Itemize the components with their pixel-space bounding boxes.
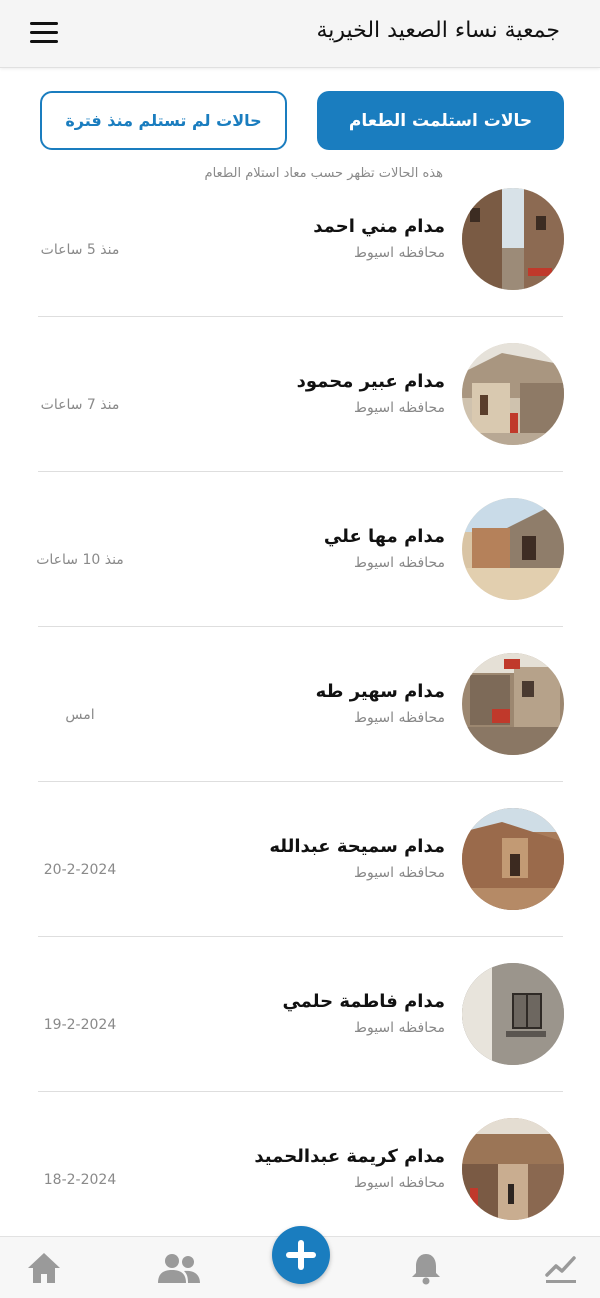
case-list-item[interactable]: مدام مها علي محافظه اسيوط منذ 10 ساعات [0, 498, 600, 653]
case-location: محافظه اسيوط [354, 245, 445, 261]
divider [38, 1091, 563, 1092]
case-name: مدام فاطمة حلمي [282, 991, 445, 1012]
received-food-filter-button[interactable]: حالات استلمت الطعام [317, 91, 564, 150]
chart-icon[interactable] [544, 1251, 578, 1287]
case-name: مدام كريمة عبدالحميد [254, 1146, 445, 1167]
hamburger-menu-icon[interactable] [30, 22, 64, 48]
app-header: جمعية نساء الصعيد الخيرية [0, 0, 600, 68]
case-photo [462, 808, 564, 910]
divider [38, 471, 563, 472]
list-hint-text: هذه الحالات تظهر حسب معاد استلام الطعام [204, 166, 443, 181]
case-time: منذ 7 ساعات [40, 397, 120, 413]
case-name: مدام مني احمد [313, 216, 445, 237]
case-location: محافظه اسيوط [354, 865, 445, 881]
case-location: محافظه اسيوط [354, 1175, 445, 1191]
case-list: مدام مني احمد محافظه اسيوط منذ 5 ساعات م… [0, 188, 600, 1273]
case-time: 18-2-2024 [43, 1172, 117, 1188]
divider [38, 316, 563, 317]
divider [38, 626, 563, 627]
case-name: مدام مها علي [323, 526, 445, 547]
case-time: امس [65, 707, 95, 723]
case-location: محافظه اسيوط [354, 555, 445, 571]
case-time: 19-2-2024 [43, 1017, 117, 1033]
not-received-filter-button[interactable]: حالات لم تستلم منذ فترة [40, 91, 287, 150]
case-photo [462, 188, 564, 290]
case-name: مدام سميحة عبدالله [269, 836, 445, 857]
case-list-item[interactable]: مدام سميحة عبدالله محافظه اسيوط 20-2-202… [0, 808, 600, 963]
case-photo [462, 1118, 564, 1220]
case-location: محافظه اسيوط [354, 400, 445, 416]
case-photo [462, 498, 564, 600]
case-list-item[interactable]: مدام مني احمد محافظه اسيوط منذ 5 ساعات [0, 188, 600, 343]
case-photo [462, 963, 564, 1065]
bell-icon[interactable] [408, 1251, 444, 1287]
home-icon[interactable] [26, 1251, 66, 1287]
page-title: جمعية نساء الصعيد الخيرية [316, 18, 560, 43]
case-name: مدام عبير محمود [296, 371, 445, 392]
people-icon[interactable] [156, 1251, 202, 1287]
case-time: منذ 5 ساعات [40, 242, 120, 258]
case-list-item[interactable]: مدام عبير محمود محافظه اسيوط منذ 7 ساعات [0, 343, 600, 498]
divider [38, 781, 563, 782]
add-case-button[interactable] [272, 1226, 330, 1284]
case-time: 20-2-2024 [43, 862, 117, 878]
case-location: محافظه اسيوط [354, 710, 445, 726]
case-list-item[interactable]: مدام سهير طه محافظه اسيوط امس [0, 653, 600, 808]
case-name: مدام سهير طه [315, 681, 445, 702]
case-list-item[interactable]: مدام فاطمة حلمي محافظه اسيوط 19-2-2024 [0, 963, 600, 1118]
case-time: منذ 10 ساعات [36, 552, 124, 568]
divider [38, 936, 563, 937]
case-photo [462, 653, 564, 755]
case-photo [462, 343, 564, 445]
case-location: محافظه اسيوط [354, 1020, 445, 1036]
